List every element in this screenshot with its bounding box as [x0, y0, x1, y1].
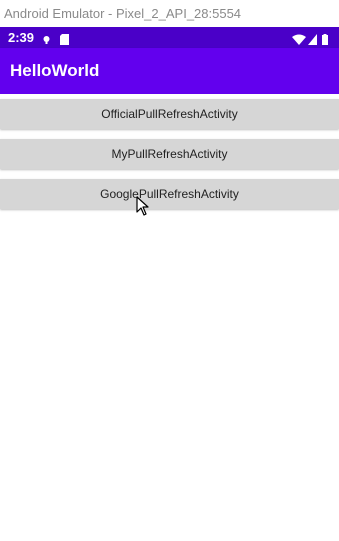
my-pull-refresh-button[interactable]: MyPullRefreshActivity — [0, 139, 339, 169]
wifi-icon — [292, 32, 306, 45]
app-title: HelloWorld — [10, 61, 100, 80]
content-area: OfficialPullRefreshActivity MyPullRefres… — [0, 94, 339, 541]
google-pull-refresh-button[interactable]: GooglePullRefreshActivity — [0, 179, 339, 209]
signal-icon — [308, 32, 317, 45]
window-title: Android Emulator - Pixel_2_API_28:5554 — [0, 0, 339, 27]
status-bar: 2:39 — [0, 27, 339, 48]
battery-icon — [322, 32, 328, 45]
emulator-frame: Android Emulator - Pixel_2_API_28:5554 2… — [0, 0, 339, 541]
notification-dot-icon — [42, 32, 51, 44]
sd-card-icon — [60, 32, 69, 45]
official-pull-refresh-button[interactable]: OfficialPullRefreshActivity — [0, 99, 339, 129]
status-time: 2:39 — [8, 30, 35, 45]
app-bar: HelloWorld — [0, 48, 339, 94]
